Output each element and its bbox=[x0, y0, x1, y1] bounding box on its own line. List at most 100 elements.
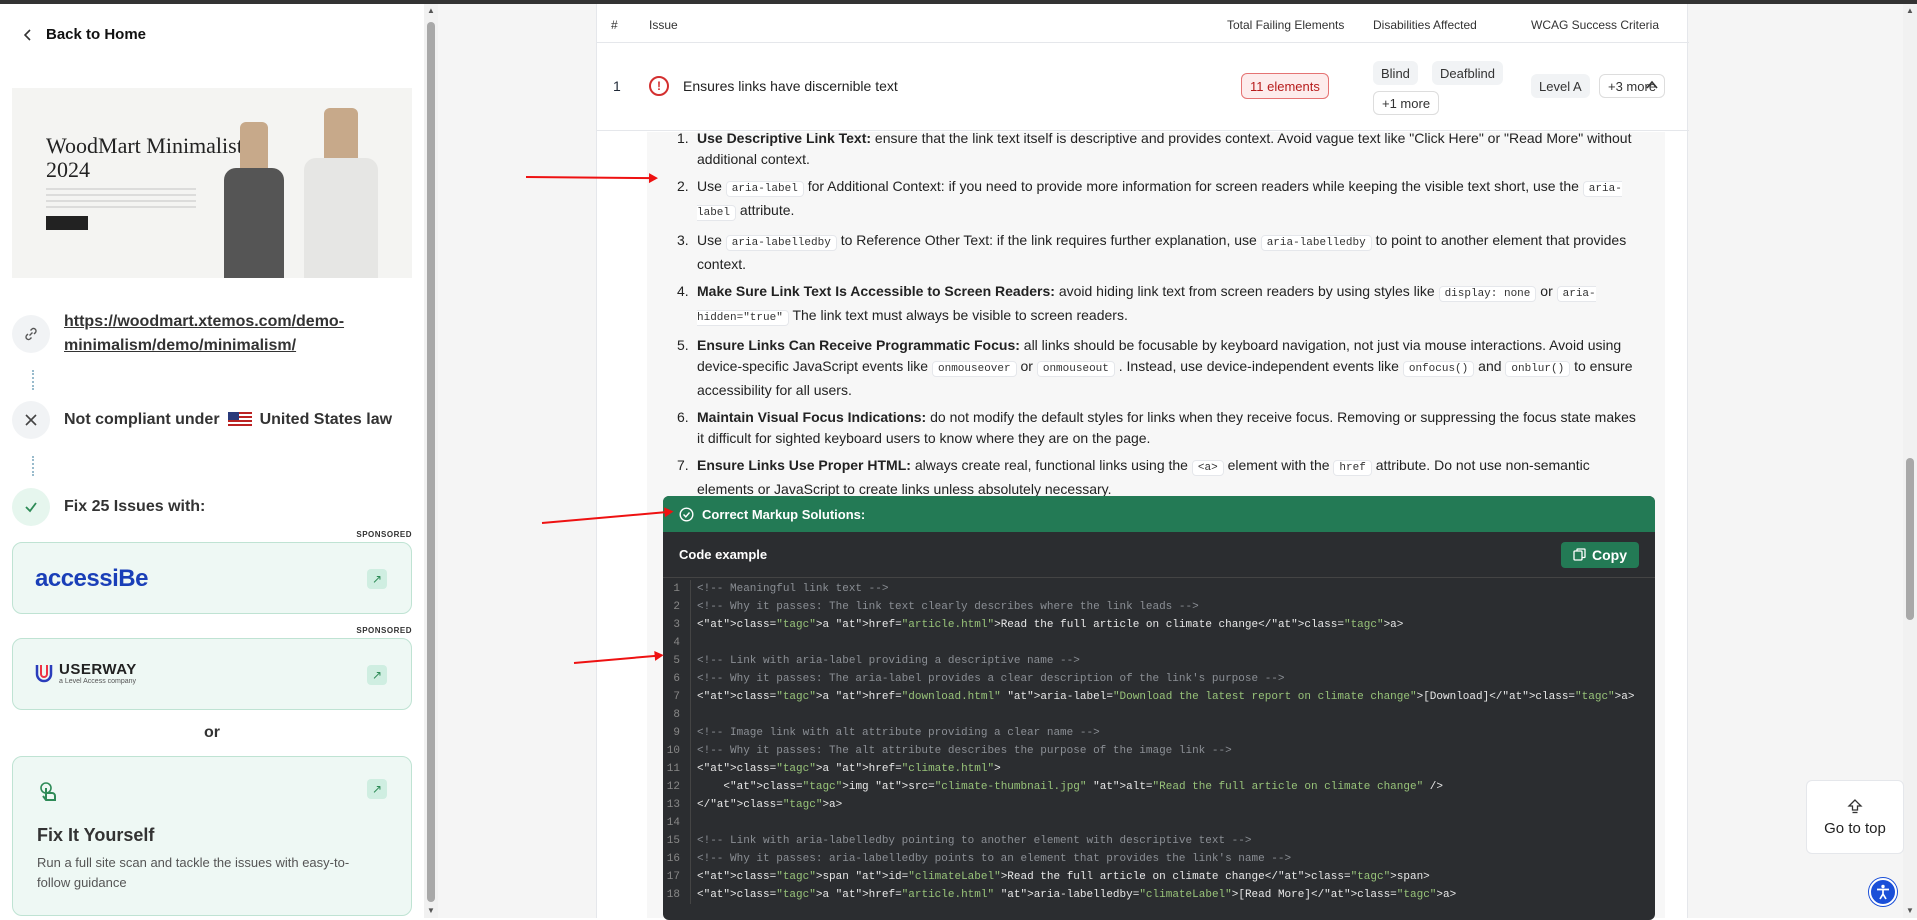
fix-it-yourself-card[interactable]: ↗ Fix It Yourself Run a full site scan a… bbox=[12, 756, 412, 916]
sponsored-label: SPONSORED bbox=[356, 626, 412, 635]
checkmark-icon bbox=[12, 488, 50, 526]
fix-row: Fix 25 Issues with: bbox=[12, 488, 205, 526]
or-divider: or bbox=[204, 724, 220, 741]
chevron-up-icon[interactable] bbox=[1645, 78, 1659, 92]
external-link-icon: ↗ bbox=[367, 569, 387, 589]
col-header-wcag: WCAG Success Criteria bbox=[1531, 18, 1660, 32]
line-text bbox=[691, 706, 697, 724]
scroll-down-arrow-icon[interactable]: ▼ bbox=[427, 906, 435, 915]
line-number: 3 bbox=[663, 616, 691, 634]
go-to-top-button[interactable]: Go to top bbox=[1806, 780, 1904, 854]
code-line: 3 <"at">class="tagc">a "at">href="article… bbox=[663, 616, 1655, 634]
alert-icon: ! bbox=[649, 76, 669, 96]
inline-code: onmouseover bbox=[932, 361, 1017, 377]
external-link-icon: ↗ bbox=[367, 779, 387, 799]
sponsored-label: SPONSORED bbox=[356, 530, 412, 539]
guidance-item: 1. Use Descriptive Link Text: ensure that… bbox=[677, 128, 1637, 170]
main-scrollbar-thumb[interactable] bbox=[1906, 458, 1914, 620]
disability-tag: Deafblind bbox=[1432, 61, 1503, 85]
line-text: <!-- Why it passes: The link text clearl… bbox=[697, 601, 1199, 613]
scroll-up-arrow-icon[interactable]: ▲ bbox=[427, 6, 435, 15]
thumbnail-strip bbox=[12, 278, 412, 292]
issue-name: Ensures links have discernible text bbox=[683, 78, 898, 94]
line-number: 7 bbox=[663, 688, 691, 706]
line-text bbox=[691, 634, 697, 652]
inline-code: href bbox=[1333, 460, 1372, 476]
code-line: 4 bbox=[663, 634, 1655, 652]
compliance-prefix: Not compliant under bbox=[64, 411, 220, 428]
line-text: <"at">class="tagc">a "at">href="download… bbox=[697, 691, 1635, 703]
line-number: 11 bbox=[663, 760, 691, 778]
copy-button[interactable]: Copy bbox=[1561, 541, 1639, 568]
close-icon bbox=[12, 401, 50, 439]
sidebar-scrollbar-thumb[interactable] bbox=[427, 22, 435, 902]
line-text: </"at">class="tagc">a> bbox=[697, 799, 843, 811]
line-text: <!-- Why it passes: aria-labelledby poin… bbox=[697, 853, 1292, 865]
issues-table: # Issue Total Failing Elements Disabilit… bbox=[596, 4, 1689, 920]
code-line: 15 <!-- Link with aria-labelledby pointin… bbox=[663, 832, 1655, 850]
site-url-link[interactable]: https://woodmart.xtemos.com/demo-minimal… bbox=[64, 310, 384, 358]
link-icon bbox=[12, 315, 50, 353]
url-row: https://woodmart.xtemos.com/demo-minimal… bbox=[12, 310, 384, 358]
sidebar-scrollbar[interactable]: ▲ ▼ bbox=[424, 4, 438, 918]
guidance-number: 5. bbox=[677, 337, 689, 353]
code-line: 16 <!-- Why it passes: aria-labelledby po… bbox=[663, 850, 1655, 868]
thumbnail-subtext bbox=[46, 188, 196, 210]
code-line: 17 <"at">class="tagc">span "at">id="clima… bbox=[663, 868, 1655, 886]
thumbnail-button bbox=[46, 216, 88, 230]
fix-heading: Fix 25 Issues with: bbox=[64, 498, 206, 515]
accessibe-logo: accessiBe bbox=[35, 565, 148, 592]
userway-u-icon bbox=[35, 665, 53, 683]
inline-code: <a> bbox=[1191, 460, 1224, 476]
code-toolbar: Code example Copy bbox=[663, 532, 1655, 578]
disability-more-tag[interactable]: +1 more bbox=[1373, 91, 1440, 115]
col-header-disabilities: Disabilities Affected bbox=[1373, 18, 1477, 32]
table-row[interactable]: 1 ! Ensures links have discernible text … bbox=[597, 43, 1689, 131]
connector-dots bbox=[32, 370, 34, 390]
line-text bbox=[691, 814, 697, 832]
guidance-text: Maintain Visual Focus Indications: do no… bbox=[697, 409, 1636, 446]
guidance-item: 5. Ensure Links Can Receive Programmatic … bbox=[677, 335, 1637, 401]
guidance-text: Ensure Links Use Proper HTML: always cre… bbox=[697, 457, 1590, 497]
guidance-number: 7. bbox=[677, 457, 689, 473]
back-label: Back to Home bbox=[46, 26, 147, 43]
userway-card[interactable]: USERWAY a Level Access company ↗ bbox=[12, 638, 412, 710]
guidance-number: 6. bbox=[677, 409, 689, 425]
col-header-failing: Total Failing Elements bbox=[1227, 18, 1345, 32]
accessibility-widget-icon[interactable] bbox=[1869, 878, 1897, 906]
inline-code: aria-labelledby bbox=[725, 235, 837, 251]
thumbnail-title: WoodMart Minimalist 2024 bbox=[46, 133, 243, 182]
code-line: 18 <"at">class="tagc">a "at">href="articl… bbox=[663, 886, 1655, 904]
guidance-item: 6. Maintain Visual Focus Indications: do … bbox=[677, 407, 1637, 449]
col-header-issue: Issue bbox=[649, 18, 678, 32]
line-number: 2 bbox=[663, 598, 691, 616]
line-text: <!-- Image link with alt attribute provi… bbox=[697, 727, 1100, 739]
chevron-left-icon bbox=[24, 28, 31, 41]
site-thumbnail: WoodMart Minimalist 2024 bbox=[12, 88, 412, 288]
main-scrollbar[interactable]: ▲ ▼ bbox=[1903, 4, 1917, 918]
sidebar: Back to Home WoodMart Minimalist 2024 ht… bbox=[0, 4, 424, 918]
guidance-list: 1. Use Descriptive Link Text: ensure that… bbox=[677, 128, 1637, 506]
compliance-status: Not compliant under United States law bbox=[64, 411, 392, 429]
guidance-item: 3. Use aria-labelledby to Reference Other… bbox=[677, 230, 1637, 275]
issue-details: 1. Use Descriptive Link Text: ensure that… bbox=[647, 130, 1665, 920]
code-line: 2 <!-- Why it passes: The link text clear… bbox=[663, 598, 1655, 616]
inline-code: aria-label bbox=[697, 181, 1622, 221]
bottle-light bbox=[304, 158, 378, 288]
copy-icon bbox=[1573, 548, 1586, 561]
back-to-home-link[interactable]: Back to Home bbox=[24, 26, 146, 43]
accessibe-card[interactable]: accessiBe ↗ bbox=[12, 542, 412, 614]
copy-label: Copy bbox=[1592, 546, 1627, 563]
solution-title: Correct Markup Solutions: bbox=[702, 506, 866, 522]
disability-tag: Blind bbox=[1373, 61, 1418, 85]
connector-dots bbox=[32, 456, 34, 476]
scroll-up-arrow-icon[interactable]: ▲ bbox=[1906, 6, 1914, 15]
fix-it-yourself-description: Run a full site scan and tackle the issu… bbox=[37, 855, 350, 890]
bottle-cap-dark bbox=[240, 122, 268, 168]
line-text: <"at">class="tagc">a "at">href="article.… bbox=[697, 619, 1404, 631]
line-number: 6 bbox=[663, 670, 691, 688]
line-number: 14 bbox=[663, 814, 691, 832]
annotation-arrow bbox=[525, 176, 657, 180]
line-number: 5 bbox=[663, 652, 691, 670]
scroll-down-arrow-icon[interactable]: ▼ bbox=[1906, 906, 1914, 915]
